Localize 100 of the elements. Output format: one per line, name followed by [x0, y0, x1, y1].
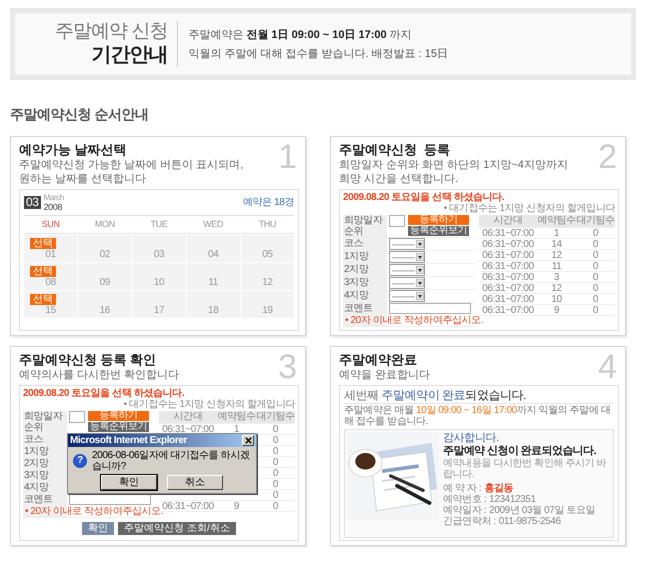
- form-label: 4지망: [23, 482, 67, 493]
- day-number: 16: [100, 305, 110, 316]
- table-cell: 0: [592, 272, 598, 283]
- dropdown[interactable]: ----------: [389, 251, 425, 263]
- dropdown[interactable]: ----------: [389, 264, 425, 276]
- detail-label: 긴급연락처 :: [443, 516, 496, 527]
- form-label: 4지망: [343, 290, 387, 302]
- table-cell: 06:31~07:00: [482, 294, 534, 305]
- completion-headline: 세번째 주말예약이 완료되었습니다.: [344, 388, 614, 404]
- table-cell: 0: [592, 261, 598, 272]
- dialog-message: 2006-08-06일자에 대기접수를 하시겠습니까?: [92, 450, 251, 472]
- dialog-button[interactable]: 취소: [167, 475, 223, 490]
- close-button[interactable]: [242, 435, 254, 446]
- day-number: 12: [262, 277, 273, 288]
- dialog-button[interactable]: 확인: [101, 475, 157, 490]
- day-number: 15: [45, 305, 56, 316]
- table-cell: 0: [272, 457, 278, 468]
- table-cell: 11: [552, 261, 562, 272]
- detail-value: 홍길동: [484, 483, 514, 494]
- day-number: 19: [262, 305, 273, 316]
- dropdown[interactable]: ----------: [389, 277, 425, 289]
- comment-field[interactable]: [389, 303, 471, 314]
- weekday-label: MON: [78, 216, 132, 234]
- form-button[interactable]: 등록순위보기: [88, 422, 149, 432]
- form-label: 희망일자 순위: [343, 215, 387, 237]
- thanks-text: 감사합니다.: [443, 432, 500, 445]
- dropdown-arrow-icon: [416, 253, 424, 261]
- table-cell: 0: [592, 305, 598, 316]
- action-button[interactable]: 주말예약신청 조회/취소: [118, 522, 236, 535]
- table-cell: 0: [272, 490, 278, 501]
- table-cell: 06:31~07:00: [482, 239, 534, 250]
- day-number: 10: [154, 277, 164, 288]
- weekday-label: SUN: [24, 216, 78, 234]
- table-cell: 0: [592, 228, 598, 239]
- schedule-notice: 주말예약은 매월 10일 09:00 ~ 16일 17:00까지 익월의 주말에 대해 접수를 받습니다.: [344, 405, 612, 427]
- day-number: 02: [100, 249, 110, 260]
- dropdown-arrow-icon: [416, 266, 424, 274]
- dropdown[interactable]: ----------: [389, 290, 425, 302]
- form-label: 코스: [23, 434, 67, 445]
- selection-message: 2009.08.20 토요일을 선택 하셨습니다.: [343, 192, 506, 203]
- form-button[interactable]: 등록하기: [408, 215, 469, 225]
- column-header: 대기팀수: [256, 411, 295, 423]
- table-cell: 06:31~07:00: [162, 501, 214, 512]
- select-button[interactable]: 선택: [30, 266, 56, 277]
- select-button[interactable]: 선택: [30, 294, 56, 305]
- table-cell: 9: [234, 501, 240, 512]
- input-hint: • 20자 이내로 작성하여주십시오.: [25, 506, 164, 517]
- table-cell: 0: [272, 468, 278, 479]
- table-cell: 1: [234, 424, 240, 435]
- day-number: 11: [208, 277, 218, 288]
- step-title: 주말예약완료: [339, 352, 418, 368]
- waiting-note: • 대기접수는 1지망 신청자의 할게입니다: [444, 203, 615, 214]
- step-description: 희망일자 순위와 화면 하단의 1지망~4지망까지: [339, 158, 568, 172]
- dropdown[interactable]: ----------: [389, 238, 425, 250]
- completion-subtext: 예약내용을 다시한번 확인해 주시기 바랍니다.: [443, 458, 608, 480]
- step-description: 원하는 날짜를 선택합니다: [19, 172, 148, 186]
- select-button[interactable]: 선택: [30, 238, 56, 249]
- form-button[interactable]: 등록하기: [88, 411, 149, 421]
- table-cell: 0: [272, 446, 278, 457]
- section-title: 주말예약신청 순서안내: [10, 106, 150, 124]
- table-cell: 0: [592, 283, 598, 294]
- step-description: 주말예약신청 가능한 날짜에 버튼이 표시되며,: [19, 158, 244, 172]
- table-cell: 06:31~07:00: [482, 250, 534, 261]
- rank-input[interactable]: [389, 215, 405, 227]
- day-number: 04: [208, 249, 218, 260]
- form-label: 1지망: [343, 251, 387, 263]
- table-cell: 0: [592, 250, 598, 261]
- form-button[interactable]: 등록순위보기: [408, 226, 469, 236]
- completion-message: 주말예약 신청이 완료되었습니다.: [443, 445, 597, 458]
- table-cell: 1: [554, 228, 560, 239]
- table-cell: 3: [554, 272, 560, 283]
- column-header: 예약팀수: [217, 411, 256, 423]
- selection-message: 2009.08.20 토요일을 선택 하셨습니다.: [23, 388, 186, 399]
- form-label: 희망일자 순위: [23, 411, 67, 433]
- table-cell: 06:31~07:00: [482, 305, 534, 316]
- form-label: 2지망: [23, 458, 67, 469]
- month-name: March: [44, 193, 64, 202]
- detail-label: 예약번호 :: [443, 494, 486, 505]
- weekday-label: THU: [240, 216, 294, 234]
- close-icon: [244, 436, 252, 445]
- table-cell: 0: [592, 239, 598, 250]
- action-button[interactable]: 확인: [82, 522, 114, 535]
- table-cell: 0: [272, 435, 278, 446]
- month-badge: 03: [24, 196, 41, 209]
- column-header: 시간대: [172, 411, 204, 423]
- table-cell: 0: [272, 479, 278, 490]
- rank-input[interactable]: [69, 411, 85, 423]
- step-description: 예약을 완료합니다: [339, 368, 430, 382]
- step-title: 주말예약신청 등록: [339, 142, 452, 158]
- day-number: 08: [45, 277, 56, 288]
- table-cell: 06:31~07:00: [482, 272, 534, 283]
- weekday-label: WED: [186, 216, 240, 234]
- day-number: 18: [208, 305, 218, 316]
- detail-value: 011-9875-2546: [498, 516, 561, 527]
- step-title: 주말예약신청 등록 확인: [19, 352, 158, 368]
- dialog-title: Microsoft Internet Explorer: [70, 435, 187, 446]
- table-cell: 14: [551, 239, 562, 250]
- table-cell: 06:31~07:00: [482, 261, 534, 272]
- table-cell: 10: [551, 294, 562, 305]
- year-label: 2008: [44, 202, 63, 212]
